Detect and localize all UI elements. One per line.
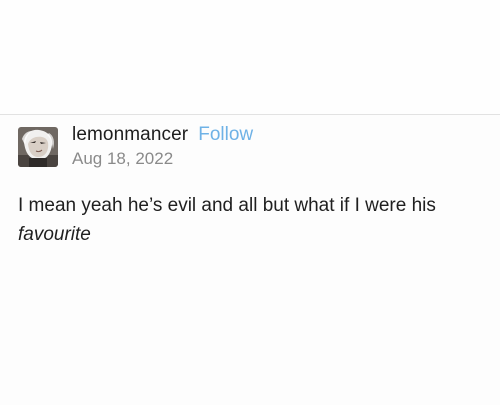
post-meta: lemonmancer Follow Aug 18, 2022 xyxy=(72,124,253,169)
post-header: lemonmancer Follow Aug 18, 2022 xyxy=(18,124,488,169)
author-row: lemonmancer Follow xyxy=(72,124,253,146)
blank-header-area xyxy=(0,0,500,114)
post-body-text: I mean yeah he’s evil and all but what i… xyxy=(18,195,436,216)
follow-button[interactable]: Follow xyxy=(198,124,253,146)
post-card: lemonmancer Follow Aug 18, 2022 I mean y… xyxy=(18,124,488,249)
post-body: I mean yeah he’s evil and all but what i… xyxy=(18,191,468,249)
username-link[interactable]: lemonmancer xyxy=(72,124,188,146)
post-body-emphasis: favourite xyxy=(18,224,91,245)
post-date: Aug 18, 2022 xyxy=(72,149,174,168)
screenshot-page: lemonmancer Follow Aug 18, 2022 I mean y… xyxy=(0,0,500,405)
post-divider xyxy=(0,114,500,115)
avatar-image xyxy=(18,127,58,167)
avatar[interactable] xyxy=(18,127,58,167)
